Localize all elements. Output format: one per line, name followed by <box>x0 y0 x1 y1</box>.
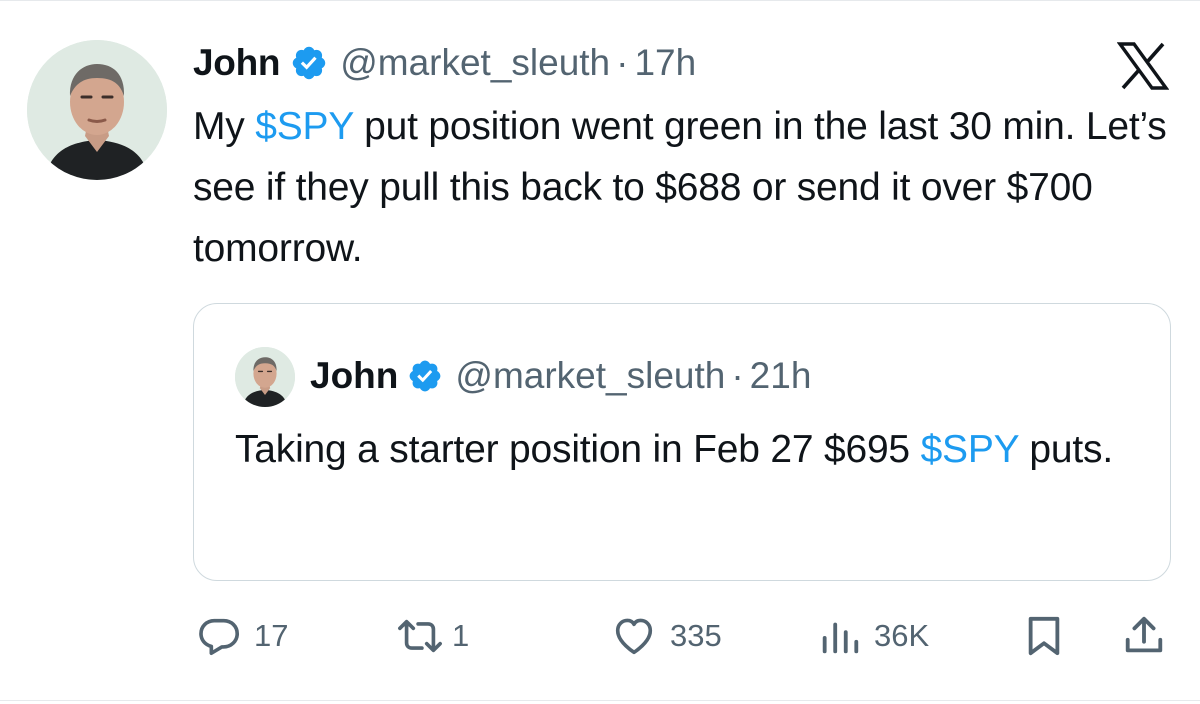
bookmark-button[interactable] <box>1023 608 1065 664</box>
views-count: 36K <box>874 618 930 653</box>
quoted-text-end: puts. <box>1018 428 1113 471</box>
share-upload-icon <box>1121 613 1167 659</box>
verified-badge-icon <box>407 358 443 394</box>
bookmark-icon <box>1023 613 1065 659</box>
tweet-timestamp[interactable]: 17h <box>634 42 696 84</box>
bottom-divider <box>0 700 1200 701</box>
quoted-header-separator: · <box>731 355 744 396</box>
quoted-author-handle[interactable]: @market_sleuth <box>455 355 725 397</box>
repost-count: 1 <box>452 618 470 653</box>
tweet-body: My $SPY put position went green in the l… <box>193 96 1183 279</box>
heart-icon <box>610 613 658 659</box>
header-separator: · <box>616 42 629 83</box>
quoted-author-name[interactable]: John <box>310 355 398 397</box>
like-count: 335 <box>670 618 722 653</box>
quoted-tweet-header: John @market_sleuth · 21h <box>310 352 811 400</box>
author-handle[interactable]: @market_sleuth <box>340 42 610 84</box>
tweet-header: John @market_sleuth · 17h <box>193 38 696 88</box>
reply-count: 17 <box>254 618 289 653</box>
bar-chart-icon <box>818 613 862 659</box>
share-button[interactable] <box>1121 608 1167 664</box>
author-name[interactable]: John <box>193 42 280 84</box>
quoted-cashtag-link[interactable]: $SPY <box>921 428 1019 471</box>
avatar-portrait-icon <box>27 40 167 180</box>
quoted-tweet-body: Taking a starter position in Feb 27 $695… <box>235 420 1135 480</box>
quoted-tweet-card[interactable]: John @market_sleuth · 21h Taking a start… <box>193 303 1171 581</box>
quoted-tweet-timestamp[interactable]: 21h <box>750 355 812 397</box>
views-button[interactable]: 36K <box>818 608 929 664</box>
repost-arrows-icon <box>394 613 446 659</box>
cashtag-link[interactable]: $SPY <box>255 105 353 148</box>
tweet-action-bar: 17 1 335 36K <box>0 608 1200 664</box>
repost-button[interactable]: 1 <box>394 608 469 664</box>
top-divider <box>0 0 1200 1</box>
like-button[interactable]: 335 <box>610 608 722 664</box>
quoted-text-start: Taking a starter position in Feb 27 $695 <box>235 428 921 471</box>
verified-badge-icon <box>290 44 328 82</box>
author-avatar[interactable] <box>27 40 167 180</box>
tweet-text-start: My <box>193 105 256 148</box>
avatar-portrait-icon <box>235 347 295 407</box>
x-logo-icon[interactable] <box>1116 42 1170 90</box>
reply-button[interactable]: 17 <box>196 608 288 664</box>
quoted-author-avatar[interactable] <box>235 347 295 407</box>
reply-bubble-icon <box>196 613 242 659</box>
